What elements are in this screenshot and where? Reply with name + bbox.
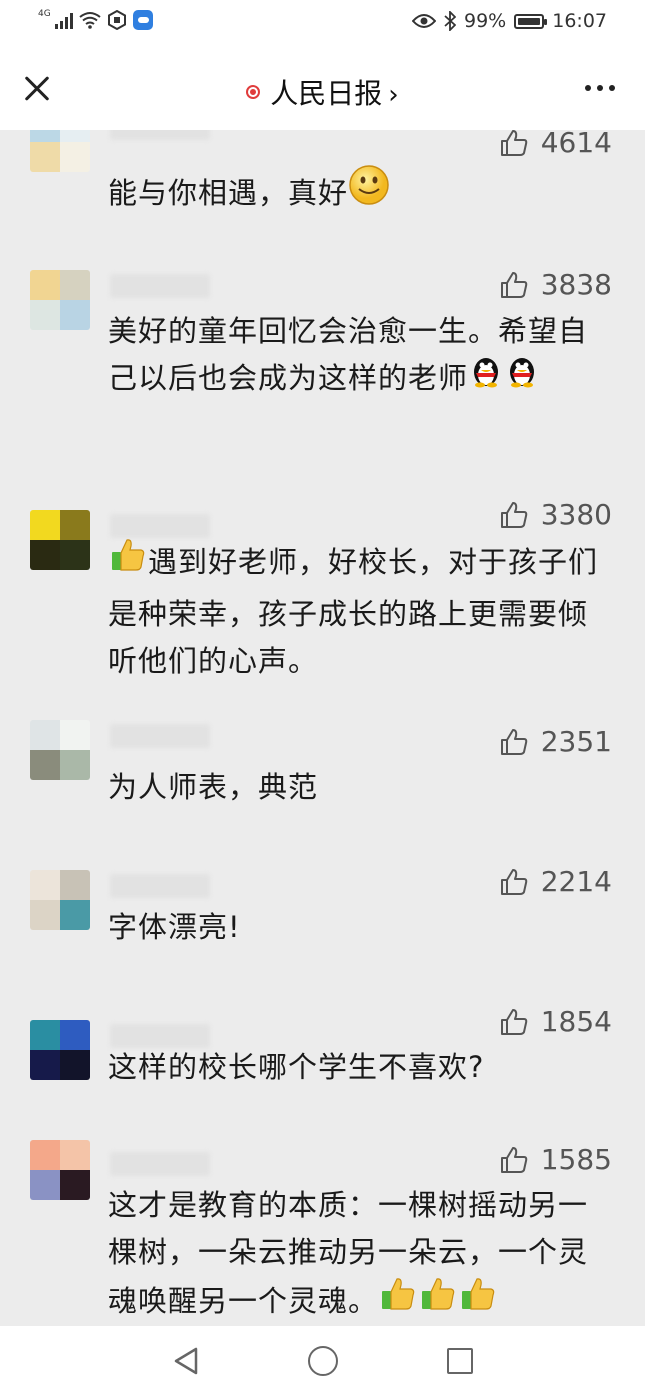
thumb-up-icon <box>500 728 527 755</box>
like-button[interactable]: 3838 <box>499 268 612 301</box>
qq-penguin-emoji-icon <box>504 352 540 402</box>
home-circle-icon[interactable] <box>308 1346 338 1376</box>
like-count: 1854 <box>540 1005 612 1038</box>
nickname-blurred <box>110 724 210 748</box>
comment-text: 为人师表，典范 <box>108 770 319 804</box>
nav-title-button[interactable]: 人民日报 › <box>0 72 645 112</box>
like-button[interactable]: 4614 <box>499 130 612 159</box>
like-button[interactable]: 1585 <box>499 1143 612 1176</box>
like-count: 2214 <box>540 865 612 898</box>
hexagon-icon <box>107 10 126 30</box>
status-right: 99% 16:07 <box>412 10 607 32</box>
thumb-up-icon <box>500 501 527 528</box>
live-dot-icon <box>246 85 261 99</box>
battery-icon <box>514 13 548 29</box>
status-bar: 4G 99% 16:07 <box>0 0 645 48</box>
thumb-up-icon <box>500 271 527 298</box>
thumbs-up-emoji-icon <box>458 1273 498 1326</box>
thumbs-up-emoji-icon <box>108 534 148 588</box>
avatar[interactable] <box>30 1020 90 1080</box>
like-button[interactable]: 2214 <box>499 865 612 898</box>
like-count: 2351 <box>540 725 612 758</box>
comment-text: 这样的校长哪个学生不喜欢? <box>108 1050 485 1084</box>
thumbs-up-emoji-icon <box>418 1273 458 1326</box>
comment-text: 美好的童年回忆会治愈一生。希望自己以后也会成为这样的老师 <box>108 308 611 405</box>
thumb-up-icon <box>500 130 527 156</box>
like-button[interactable]: 3380 <box>499 498 612 531</box>
like-count: 3380 <box>540 498 612 531</box>
avatar[interactable] <box>30 1140 90 1200</box>
like-count: 1585 <box>540 1143 612 1176</box>
cloud-app-icon <box>132 10 153 30</box>
chevron-right-icon: › <box>388 80 399 110</box>
qq-penguin-emoji-icon <box>468 352 504 402</box>
status-left: 4G <box>38 9 153 30</box>
avatar[interactable] <box>30 870 90 930</box>
like-count: 3838 <box>540 268 612 301</box>
clock: 16:07 <box>552 10 607 32</box>
thumb-up-icon <box>500 1008 527 1035</box>
nickname-blurred <box>110 130 210 140</box>
eye-icon <box>412 14 436 28</box>
more-icon[interactable] <box>585 85 615 91</box>
smile-emoji-icon <box>348 164 390 220</box>
comment-text: 能与你相遇，真好 <box>108 164 611 223</box>
system-nav-bar <box>0 1326 645 1397</box>
nickname-blurred <box>110 1152 210 1176</box>
signal-icon <box>54 11 73 29</box>
avatar[interactable] <box>30 510 90 570</box>
avatar[interactable] <box>30 130 90 172</box>
thumbs-up-emoji-icon <box>378 1273 418 1326</box>
nickname-blurred <box>110 874 210 898</box>
avatar[interactable] <box>30 270 90 330</box>
comment-text: 这才是教育的本质：一棵树摇动另一棵树，一朵云推动另一朵云，一个灵魂唤醒另一个灵魂… <box>108 1182 611 1326</box>
back-triangle-icon[interactable] <box>172 1346 202 1376</box>
like-count: 4614 <box>540 130 612 159</box>
like-button[interactable]: 1854 <box>499 1005 612 1038</box>
recent-square-icon[interactable] <box>447 1348 473 1374</box>
nav-bar: 人民日报 › <box>0 48 645 130</box>
comment-list[interactable]: 4614 能与你相遇，真好 3838 美好的童年回忆会治愈一生。希望自己以后也会… <box>0 130 645 1326</box>
nickname-blurred <box>110 274 210 298</box>
comment-text: 字体漂亮! <box>108 910 241 944</box>
avatar[interactable] <box>30 720 90 780</box>
network-type: 4G <box>38 9 51 19</box>
like-button[interactable]: 2351 <box>499 725 612 758</box>
battery-percent: 99% <box>464 10 507 32</box>
comment-text: 遇到好老师，好校长，对于孩子们是种荣幸，孩子成长的路上更需要倾听他们的心声。 <box>108 537 611 685</box>
thumb-up-icon <box>500 868 527 895</box>
wifi-icon <box>79 12 101 29</box>
battery-fill <box>518 17 540 25</box>
page-title: 人民日报 <box>270 77 383 110</box>
thumb-up-icon <box>500 1146 527 1173</box>
bluetooth-icon <box>444 11 456 31</box>
